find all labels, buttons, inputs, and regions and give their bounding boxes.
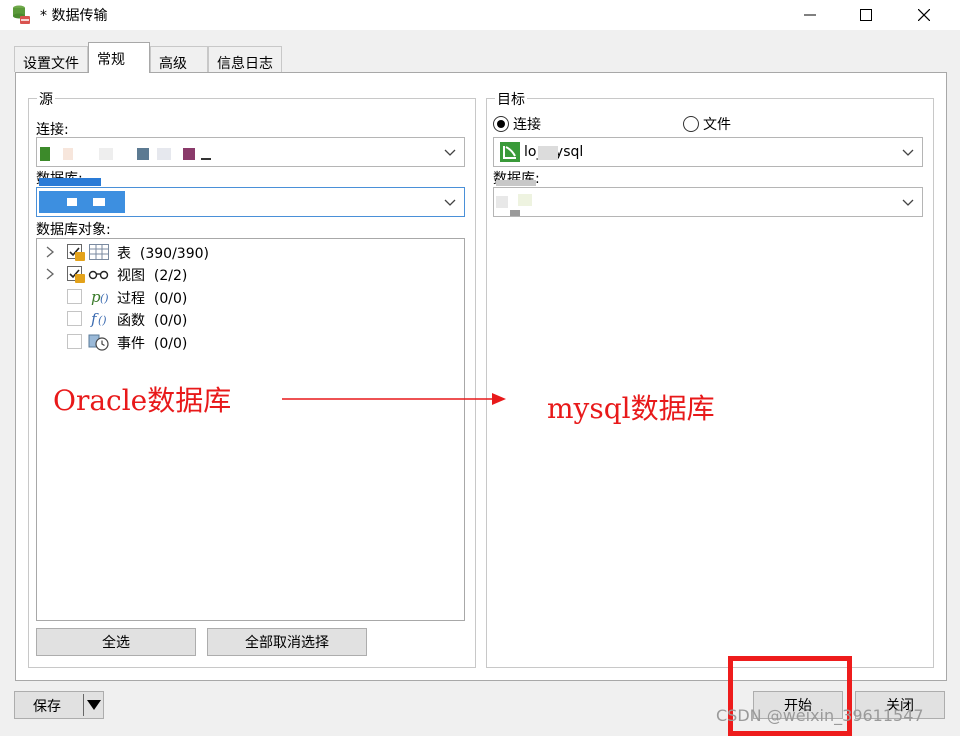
target-group: 目标 — [486, 89, 934, 668]
table-icon — [88, 242, 110, 262]
tree-row-procedures[interactable]: p() 过程 (0/0) — [37, 286, 457, 308]
maximize-button[interactable] — [838, 0, 894, 30]
mysql-annotation: mysql数据库 — [547, 392, 715, 425]
svg-text:(): () — [98, 314, 107, 327]
functions-label: 函数 (0/0) — [117, 313, 188, 329]
tree-row-views[interactable]: 视图 (2/2) — [37, 263, 457, 285]
target-group-title: 目标 — [495, 89, 527, 109]
tree-row-functions[interactable]: f() 函数 (0/0) — [37, 308, 457, 330]
tab-general[interactable]: 常规 — [88, 42, 150, 73]
views-label: 视图 (2/2) — [117, 268, 188, 284]
close-icon — [918, 9, 930, 21]
mysql-connection-icon — [500, 142, 520, 162]
functions-checkbox[interactable] — [67, 311, 82, 326]
target-database-combo[interactable] — [493, 180, 923, 217]
lock-icon — [75, 252, 85, 261]
events-label: 事件 (0/0) — [117, 336, 188, 352]
tab-advanced[interactable]: 高级 — [150, 46, 208, 72]
procedures-checkbox[interactable] — [67, 289, 82, 304]
deselect-all-button[interactable]: 全部取消选择 — [207, 628, 367, 656]
tree-row-events[interactable]: 事件 (0/0) — [37, 331, 457, 353]
minimize-button[interactable] — [782, 0, 838, 30]
minimize-icon — [804, 14, 816, 16]
arrow-right-icon — [282, 393, 506, 405]
navicat-app-icon — [13, 5, 30, 24]
split-divider — [83, 694, 84, 716]
procedure-icon: p() — [88, 287, 110, 307]
database-objects-tree[interactable]: 表 (390/390) 视图 (2/2) p() 过程 (0/0) f() 函数… — [36, 238, 465, 621]
maximize-icon — [860, 9, 872, 21]
save-split-button[interactable]: 保存 — [14, 691, 104, 719]
save-button-label[interactable]: 保存 — [33, 696, 61, 716]
watermark: CSDN @weixin_39611547 — [716, 706, 924, 725]
lock-icon — [75, 274, 85, 283]
dropdown-arrow-icon[interactable] — [87, 700, 101, 710]
tree-row-tables[interactable]: 表 (390/390) — [37, 241, 457, 263]
expand-arrow-icon[interactable] — [45, 268, 55, 280]
tab-message-log[interactable]: 信息日志 — [208, 46, 282, 72]
view-icon — [88, 264, 110, 284]
title-bar: * 数据传输 — [0, 0, 960, 30]
chevron-down-icon — [444, 149, 456, 156]
oracle-annotation: Oracle数据库 — [53, 384, 232, 417]
source-group-title: 源 — [37, 89, 55, 109]
select-all-button[interactable]: 全选 — [36, 628, 196, 656]
chevron-down-icon — [902, 199, 914, 206]
source-database-combo[interactable] — [36, 178, 465, 217]
tab-profile[interactable]: 设置文件 — [14, 46, 88, 72]
function-icon: f() — [88, 309, 110, 329]
chevron-down-icon — [902, 149, 914, 156]
close-window-button[interactable] — [896, 0, 952, 30]
chevron-down-icon — [444, 199, 456, 206]
source-connection-label: 连接: — [36, 122, 69, 138]
expand-arrow-icon[interactable] — [45, 246, 55, 258]
target-connection-radio[interactable] — [493, 116, 509, 132]
procedures-label: 过程 (0/0) — [117, 291, 188, 307]
tables-label: 表 (390/390) — [117, 246, 209, 262]
svg-text:(): () — [100, 292, 109, 305]
target-connection-radio-label[interactable]: 连接 — [513, 114, 541, 134]
general-tab-panel: 源 连接: 数据库: 数据库对象: 表 (390/390) — [15, 72, 947, 681]
database-objects-label: 数据库对象: — [36, 222, 111, 238]
source-connection-combo[interactable] — [36, 137, 465, 167]
target-file-radio-label[interactable]: 文件 — [703, 114, 731, 134]
events-checkbox[interactable] — [67, 334, 82, 349]
window-title: * 数据传输 — [40, 8, 108, 24]
event-icon — [88, 332, 110, 352]
target-connection-combo[interactable]: lo_ _ysql — [493, 137, 923, 167]
target-file-radio[interactable] — [683, 116, 699, 132]
